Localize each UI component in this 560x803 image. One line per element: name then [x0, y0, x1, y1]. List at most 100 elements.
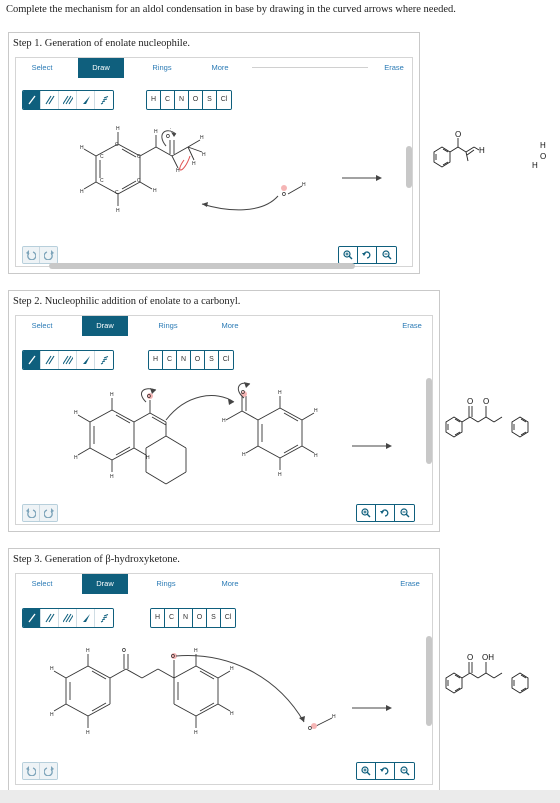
hash-bond-icon[interactable] [95, 351, 113, 369]
step-2-product: O O [440, 392, 556, 453]
atom-c-button[interactable]: C [165, 609, 179, 627]
product-alkoxide-o-label: O [483, 397, 489, 406]
draw-tab[interactable]: Draw [82, 316, 128, 336]
svg-text:O: O [282, 192, 286, 198]
atom-o-button[interactable]: O [189, 91, 203, 109]
bottom-bar [0, 790, 560, 803]
atom-o-button[interactable]: O [193, 609, 207, 627]
vertical-scrollbar[interactable] [426, 378, 432, 464]
zoom-out-icon[interactable] [395, 505, 414, 521]
zoom-out-icon[interactable] [377, 247, 396, 263]
atom-cl-button[interactable]: Cl [219, 351, 233, 369]
atom-s-button[interactable]: S [205, 351, 219, 369]
redo-icon[interactable] [40, 505, 57, 521]
svg-text:C: C [115, 142, 119, 148]
zoom-reset-icon[interactable] [358, 247, 377, 263]
single-bond-icon[interactable] [23, 351, 41, 369]
atom-s-button[interactable]: S [203, 91, 217, 109]
step-2-molecules: O O H H H H H H H H H H H [74, 382, 318, 485]
svg-text:H: H [302, 182, 306, 188]
rings-tab[interactable]: Rings [140, 58, 184, 78]
svg-text:H: H [116, 126, 120, 132]
step-1-drawing-canvas[interactable]: H H H H H C C C C C C H H H H H O: O H [16, 116, 414, 236]
erase-tab[interactable]: Erase [374, 58, 414, 78]
triple-bond-icon[interactable] [59, 351, 77, 369]
zoom-out-icon[interactable] [395, 763, 414, 779]
svg-text:H: H [74, 455, 78, 461]
atom-c-button[interactable]: C [163, 351, 177, 369]
atom-n-button[interactable]: N [175, 91, 189, 109]
zoom-controls [338, 246, 397, 264]
step-2-drawing-canvas[interactable]: O O H H H H H H H H H H H [16, 376, 434, 494]
atom-cl-button[interactable]: Cl [217, 91, 231, 109]
svg-text:H: H [153, 188, 157, 194]
atom-h-button[interactable]: H [151, 609, 165, 627]
triple-bond-icon[interactable] [59, 91, 77, 109]
svg-text:O: O [122, 648, 126, 654]
wedge-bond-icon[interactable] [77, 351, 95, 369]
svg-text:H: H [200, 135, 204, 141]
draw-tab[interactable]: Draw [78, 58, 124, 78]
zoom-in-icon[interactable] [357, 763, 376, 779]
redo-icon[interactable] [40, 247, 57, 263]
svg-text:H: H [314, 453, 318, 459]
atom-n-button[interactable]: N [177, 351, 191, 369]
select-tab[interactable]: Select [20, 574, 64, 594]
vertical-scrollbar[interactable] [426, 636, 432, 726]
erase-tab[interactable]: Erase [392, 316, 432, 336]
atom-s-button[interactable]: S [207, 609, 221, 627]
step-3-drawing-canvas[interactable]: O O O H H H H H H H H H [16, 634, 434, 754]
wedge-bond-icon[interactable] [77, 91, 95, 109]
svg-text:H: H [110, 474, 114, 480]
water-h1-label: H [540, 141, 546, 150]
zoom-reset-icon[interactable] [376, 763, 395, 779]
more-tab[interactable]: More [206, 574, 254, 594]
product-ketone-o-label: O [467, 653, 473, 662]
zoom-reset-icon[interactable] [376, 505, 395, 521]
svg-text:H: H [242, 452, 246, 458]
step-2-editor: Select Draw Rings More Erase H C N O S C… [15, 315, 433, 525]
menubar-divider [252, 67, 368, 68]
svg-text:H: H [50, 666, 54, 672]
select-tab[interactable]: Select [20, 316, 64, 336]
single-bond-icon[interactable] [23, 91, 41, 109]
double-bond-icon[interactable] [41, 609, 59, 627]
product-oh-label: OH [482, 653, 494, 662]
svg-text:H: H [110, 392, 114, 398]
erase-tab[interactable]: Erase [390, 574, 430, 594]
horizontal-scrollbar-step1[interactable] [49, 263, 355, 269]
zoom-in-icon[interactable] [357, 505, 376, 521]
svg-text:H: H [222, 418, 226, 424]
draw-tab[interactable]: Draw [82, 574, 128, 594]
hash-bond-icon[interactable] [95, 91, 113, 109]
svg-text:H: H [194, 730, 198, 736]
redo-icon[interactable] [40, 763, 57, 779]
atom-h-button[interactable]: H [147, 91, 161, 109]
atom-cl-button[interactable]: Cl [221, 609, 235, 627]
atom-h-button[interactable]: H [149, 351, 163, 369]
zoom-in-icon[interactable] [339, 247, 358, 263]
rings-tab[interactable]: Rings [146, 316, 190, 336]
atom-n-button[interactable]: N [179, 609, 193, 627]
double-bond-icon[interactable] [41, 351, 59, 369]
undo-icon[interactable] [23, 505, 40, 521]
undo-icon[interactable] [23, 763, 40, 779]
atom-o-button[interactable]: O [191, 351, 205, 369]
hash-bond-icon[interactable] [95, 609, 113, 627]
bond-tools [22, 90, 114, 110]
atom-tools: H C N O S Cl [146, 90, 232, 110]
double-bond-icon[interactable] [41, 91, 59, 109]
more-tab[interactable]: More [206, 316, 254, 336]
undo-redo-group [22, 504, 58, 522]
product-ketone-o-label: O [467, 397, 473, 406]
wedge-bond-icon[interactable] [77, 609, 95, 627]
undo-icon[interactable] [23, 247, 40, 263]
triple-bond-icon[interactable] [59, 609, 77, 627]
rings-tab[interactable]: Rings [144, 574, 188, 594]
atom-tools: H C N O S Cl [148, 350, 234, 370]
vertical-scrollbar[interactable] [406, 146, 412, 188]
more-tab[interactable]: More [196, 58, 244, 78]
atom-c-button[interactable]: C [161, 91, 175, 109]
select-tab[interactable]: Select [20, 58, 64, 78]
single-bond-icon[interactable] [23, 609, 41, 627]
